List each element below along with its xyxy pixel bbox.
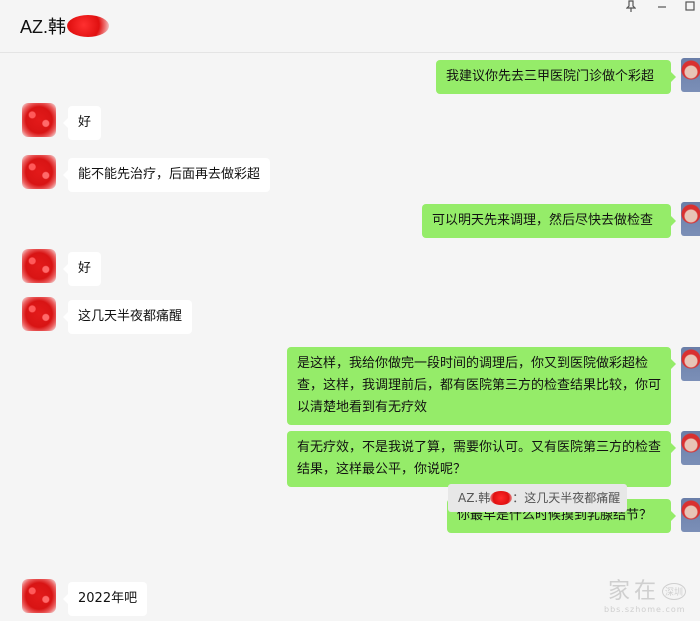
message-bubble-incoming[interactable]: 这几天半夜都痛醒 [62, 300, 193, 334]
contact-avatar[interactable] [22, 579, 56, 613]
message-bubble-incoming[interactable]: 好 [62, 106, 102, 140]
chat-header: AZ.韩 [0, 0, 700, 53]
message-text: 我建议你先去三甲医院门诊做个彩超 [446, 69, 655, 84]
message-text: 这几天半夜都痛醒 [78, 309, 183, 324]
contact-avatar[interactable] [22, 249, 56, 283]
message-bubble-outgoing[interactable]: 是这样，我给你做完一段时间的调理后，你又到医院做彩超检查，这样，我调理前后，都有… [287, 347, 676, 425]
redaction-mark [67, 15, 110, 37]
my-avatar[interactable] [681, 431, 700, 465]
quoted-message[interactable]: AZ.韩 ：这几天半夜都痛醒 [448, 484, 627, 512]
my-avatar[interactable] [681, 498, 700, 532]
message-text: 好 [78, 261, 92, 276]
contact-avatar[interactable] [22, 155, 56, 189]
chat-title: AZ.韩 [20, 13, 110, 39]
contact-name: AZ.韩 [20, 17, 67, 37]
contact-avatar[interactable] [22, 103, 56, 137]
message-text: 2022年吧 [78, 591, 138, 606]
my-avatar[interactable] [681, 58, 700, 92]
my-avatar[interactable] [681, 202, 700, 236]
message-bubble-outgoing[interactable]: 我建议你先去三甲医院门诊做个彩超 [436, 60, 676, 94]
message-list[interactable]: 我建议你先去三甲医院门诊做个彩超 好 能不能先治疗，后面再去做彩超 可以明天先来… [0, 53, 700, 621]
message-bubble-incoming[interactable]: 2022年吧 [62, 582, 148, 616]
message-text: 可以明天先来调理，然后尽快去做检查 [432, 213, 654, 228]
minimize-icon[interactable] [653, 0, 671, 16]
message-text: 有无疗效，不是我说了算，需要你认可。又有医院第三方的检查结果，这样最公平，你说呢… [297, 440, 662, 477]
message-bubble-outgoing[interactable]: 可以明天先来调理，然后尽快去做检查 [422, 204, 676, 238]
message-bubble-incoming[interactable]: 能不能先治疗，后面再去做彩超 [62, 158, 271, 192]
message-bubble-incoming[interactable]: 好 [62, 252, 102, 286]
message-text: 能不能先治疗，后面再去做彩超 [78, 167, 261, 182]
message-text: 是这样，我给你做完一段时间的调理后，你又到医院做彩超检查，这样，我调理前后，都有… [297, 356, 662, 415]
my-avatar[interactable] [681, 347, 700, 381]
redaction-mark [490, 491, 513, 505]
quote-text: ：这几天半夜都痛醒 [512, 491, 621, 505]
message-bubble-outgoing[interactable]: 有无疗效，不是我说了算，需要你认可。又有医院第三方的检查结果，这样最公平，你说呢… [287, 431, 676, 487]
message-text: 好 [78, 115, 92, 130]
pin-icon[interactable] [622, 0, 640, 16]
quote-sender: AZ.韩 [458, 491, 491, 505]
maximize-icon[interactable] [681, 0, 699, 16]
contact-avatar[interactable] [22, 297, 56, 331]
